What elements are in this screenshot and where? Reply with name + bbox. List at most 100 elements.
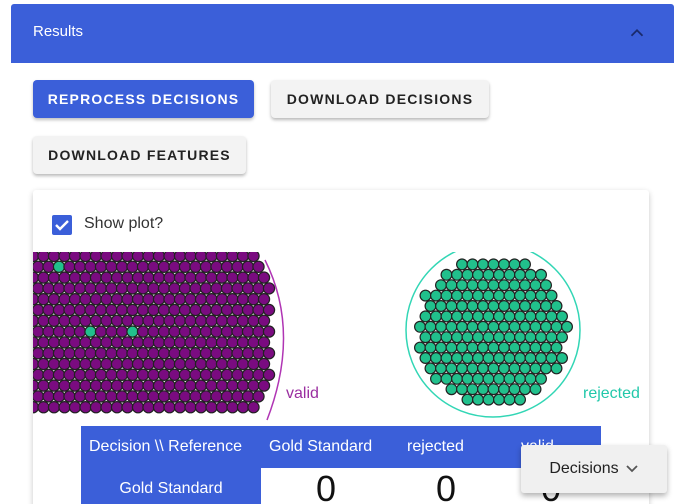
cluster-point bbox=[231, 282, 244, 295]
cluster-point bbox=[136, 390, 150, 403]
cluster-point bbox=[456, 320, 469, 333]
cluster-point bbox=[456, 299, 469, 312]
cluster-point bbox=[236, 252, 250, 263]
cluster-point bbox=[519, 320, 532, 333]
download-features-button[interactable]: DOWNLOAD FEATURES bbox=[33, 136, 246, 174]
cluster-point bbox=[545, 351, 558, 364]
cluster-point bbox=[126, 282, 139, 295]
cluster-point bbox=[466, 299, 479, 312]
cluster-point bbox=[110, 357, 124, 371]
cluster-point bbox=[47, 252, 61, 263]
cluster-point bbox=[63, 390, 76, 403]
cluster-point bbox=[84, 325, 97, 338]
cluster-point bbox=[63, 368, 76, 382]
cluster-point bbox=[126, 260, 139, 274]
cluster-point bbox=[472, 372, 485, 385]
cluster-point bbox=[184, 379, 197, 392]
cluster-point bbox=[529, 320, 542, 333]
cluster-point bbox=[247, 314, 260, 328]
cluster-point bbox=[194, 252, 208, 263]
cluster-point bbox=[178, 390, 192, 403]
cluster-point bbox=[100, 252, 113, 263]
reprocess-decisions-button[interactable]: REPROCESS DECISIONS bbox=[33, 80, 254, 118]
cluster-point bbox=[115, 260, 129, 274]
cluster-point bbox=[105, 260, 118, 274]
cluster-point bbox=[508, 320, 521, 333]
decision-cluster-plot: valid rejected bbox=[33, 252, 640, 421]
cluster-point bbox=[131, 379, 145, 392]
show-plot-checkbox[interactable] bbox=[52, 215, 72, 235]
cluster-point bbox=[503, 310, 516, 323]
cluster-point bbox=[84, 390, 97, 403]
cluster-point bbox=[529, 279, 542, 292]
cluster-point bbox=[68, 379, 82, 392]
cluster-point bbox=[236, 271, 250, 284]
cluster-point bbox=[424, 362, 437, 375]
cluster-point bbox=[173, 379, 187, 392]
cluster-point bbox=[241, 368, 255, 382]
cluster-point bbox=[231, 325, 244, 338]
cluster-point bbox=[79, 357, 92, 371]
cluster-point bbox=[63, 282, 76, 295]
cluster-point bbox=[241, 303, 255, 317]
cluster-point bbox=[215, 400, 229, 414]
cluster-point bbox=[514, 310, 527, 323]
cluster-point bbox=[451, 310, 464, 323]
cluster-point bbox=[110, 293, 124, 306]
cluster-point bbox=[514, 351, 527, 364]
cluster-point bbox=[440, 331, 453, 344]
cluster-point bbox=[487, 320, 500, 333]
cluster-point bbox=[199, 282, 213, 295]
cluster-point bbox=[126, 303, 139, 317]
cluster-point bbox=[482, 289, 495, 302]
cluster-point bbox=[121, 252, 134, 263]
chevron-up-icon[interactable] bbox=[626, 22, 648, 44]
cluster-point bbox=[220, 368, 234, 382]
cluster-point bbox=[152, 314, 166, 328]
cluster-point bbox=[498, 279, 511, 292]
cluster-point bbox=[94, 282, 108, 295]
cluster-point bbox=[110, 400, 124, 414]
cluster-point bbox=[247, 293, 260, 306]
cluster-point bbox=[524, 331, 537, 344]
cluster-point bbox=[84, 282, 97, 295]
cluster-point bbox=[226, 400, 239, 414]
cluster-point bbox=[445, 320, 458, 333]
download-decisions-button[interactable]: DOWNLOAD DECISIONS bbox=[271, 80, 489, 118]
cluster-point bbox=[189, 390, 202, 403]
cluster-point bbox=[152, 400, 166, 414]
cluster-point bbox=[472, 351, 485, 364]
cluster-point bbox=[545, 289, 558, 302]
cluster-point bbox=[73, 260, 87, 274]
cluster-point bbox=[252, 346, 265, 360]
results-panel-header[interactable]: Results bbox=[11, 4, 674, 63]
cluster-point bbox=[508, 341, 521, 354]
table-header: Gold Standard bbox=[269, 438, 373, 455]
cluster-point bbox=[231, 390, 244, 403]
cluster-point bbox=[152, 379, 166, 392]
cluster-point bbox=[205, 252, 218, 263]
cluster-point bbox=[178, 346, 192, 360]
cluster-point bbox=[58, 379, 71, 392]
cluster-point bbox=[472, 268, 485, 281]
cluster-point bbox=[414, 341, 427, 354]
cluster-point bbox=[79, 271, 92, 284]
cluster-point bbox=[142, 336, 155, 349]
cluster-point bbox=[440, 268, 453, 281]
cluster-point bbox=[58, 357, 71, 371]
cluster-point bbox=[37, 379, 50, 392]
cluster-point bbox=[205, 314, 218, 328]
cluster-point bbox=[456, 341, 469, 354]
cluster-point bbox=[178, 260, 192, 274]
cluster-point bbox=[136, 260, 150, 274]
cluster-point bbox=[52, 390, 66, 403]
table-cell: 0 bbox=[435, 468, 457, 504]
cluster-point bbox=[440, 372, 453, 385]
cluster-point bbox=[236, 357, 250, 371]
cluster-point bbox=[136, 346, 150, 360]
decisions-menu-button[interactable]: Decisions bbox=[521, 445, 667, 493]
cluster-point bbox=[540, 362, 553, 375]
cluster-point bbox=[236, 379, 250, 392]
cluster-point bbox=[257, 336, 271, 349]
cluster-point bbox=[205, 336, 218, 349]
